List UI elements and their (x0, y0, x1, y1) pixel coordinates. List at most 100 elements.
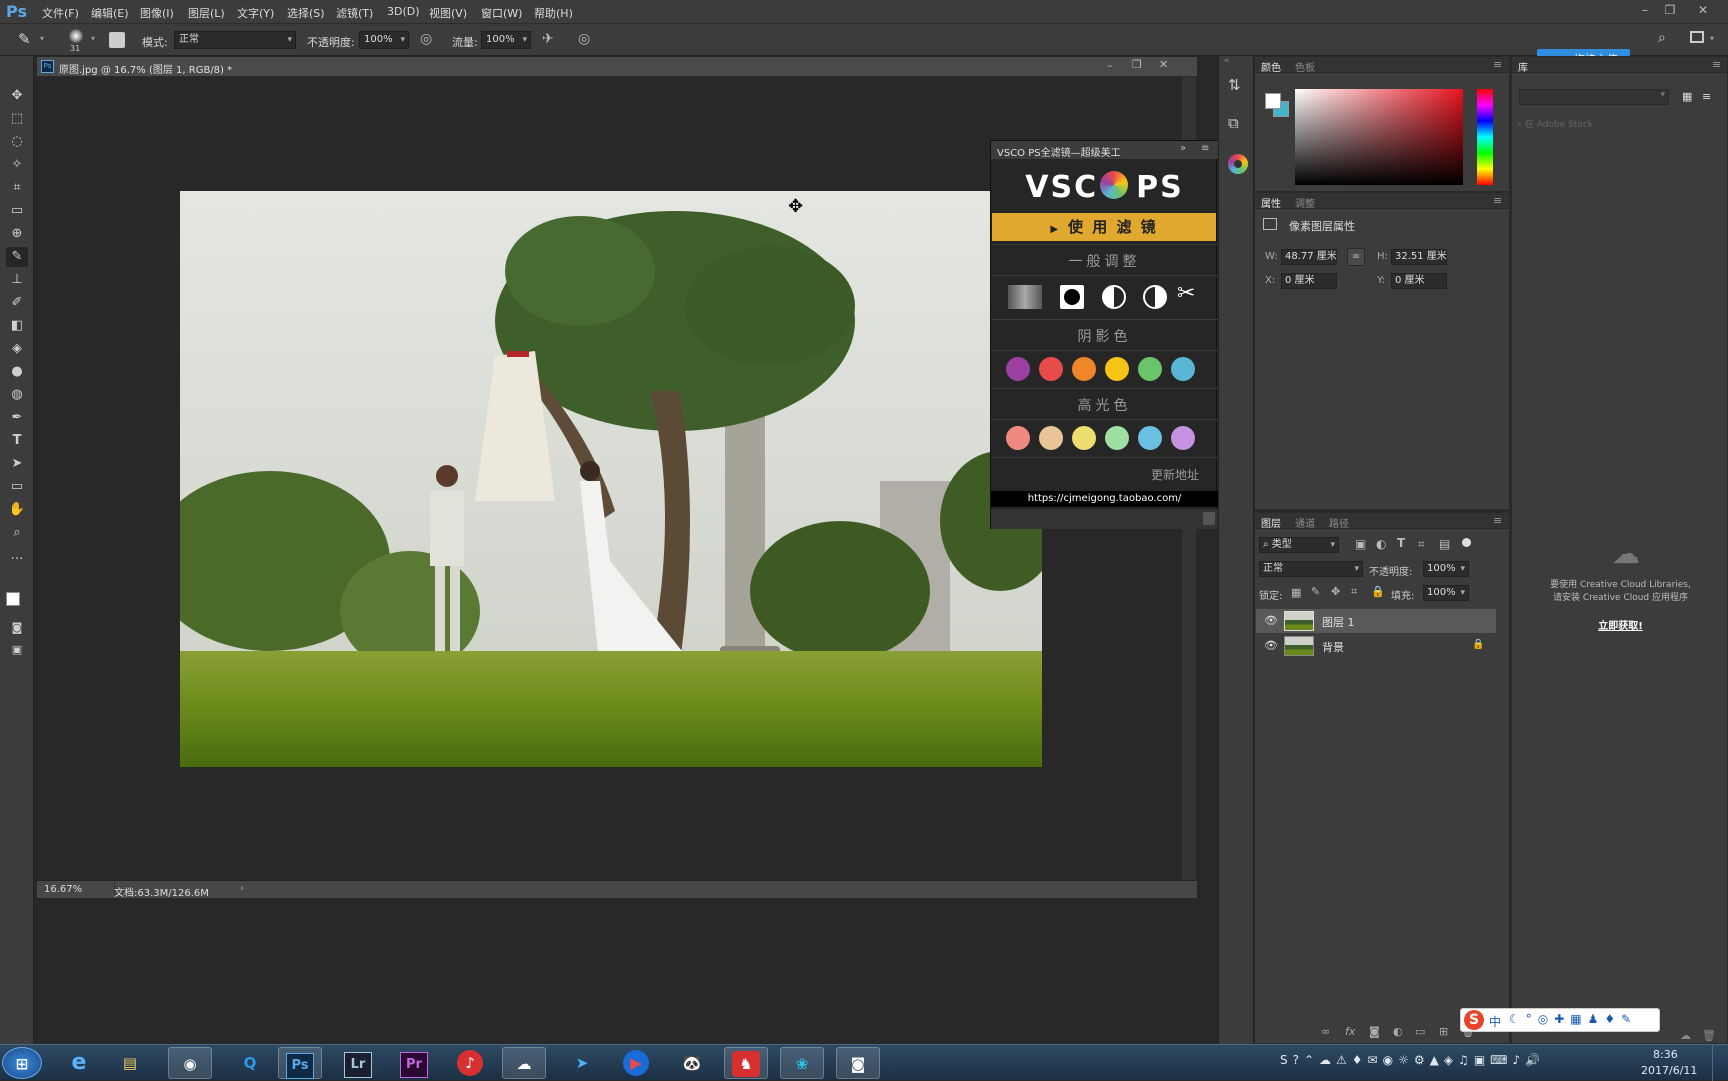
levels-icon[interactable] (1060, 285, 1084, 309)
clock-time[interactable]: 8:36 (1653, 1048, 1678, 1061)
opacity-input[interactable]: 100% ▾ (359, 31, 409, 49)
lock-pixels-icon[interactable]: ✎ (1311, 585, 1320, 598)
file-explorer-icon[interactable]: ▤ (108, 1047, 152, 1079)
panel-menu-icon[interactable]: ≡ (1712, 58, 1721, 71)
highlight-color-swatch-5[interactable] (1138, 426, 1162, 450)
mode-select[interactable]: 正常 ▾ (174, 31, 296, 49)
menu-edit[interactable]: 编辑(E) (91, 5, 129, 21)
visibility-eye-icon[interactable]: 👁 (1264, 639, 1278, 652)
color-field[interactable] (1295, 89, 1463, 185)
tab-swatches[interactable]: 色板 (1295, 59, 1315, 74)
shadow-color-swatch-2[interactable] (1039, 357, 1063, 381)
link-layers-icon[interactable]: ∞ (1321, 1025, 1330, 1038)
adjustment-layer-icon[interactable]: ◐ (1393, 1025, 1403, 1038)
highlight-color-swatch-3[interactable] (1072, 426, 1096, 450)
filter-type-icon[interactable]: T (1397, 536, 1405, 550)
lock-artboard-icon[interactable]: ⌗ (1351, 585, 1357, 599)
history-panel-icon[interactable]: ⇅ (1228, 76, 1241, 94)
list-view-icon[interactable]: ≡ (1702, 90, 1711, 103)
update-url-link[interactable]: https://cjmeigong.taobao.com/ (991, 491, 1218, 507)
tab-properties[interactable]: 属性 (1261, 195, 1281, 210)
tools-icon[interactable]: ✂ (1177, 281, 1195, 306)
ime-mode-label[interactable]: 中 (1489, 1013, 1501, 1030)
lasso-tool-icon[interactable]: ◌ (6, 132, 28, 152)
highlight-color-swatch-4[interactable] (1105, 426, 1129, 450)
menu-view[interactable]: 视图(V) (429, 5, 467, 21)
chevron-down-icon[interactable]: ▾ (91, 34, 95, 43)
eraser-tool-icon[interactable]: ◧ (6, 316, 28, 336)
resize-handle[interactable] (1203, 512, 1215, 525)
close-icon[interactable]: ✕ (1692, 1, 1714, 19)
layer-filter-select[interactable]: ⌕ 类型 ▾ (1259, 537, 1339, 553)
menu-select[interactable]: 选择(S) (287, 5, 325, 21)
fx-icon[interactable]: fx (1345, 1025, 1355, 1038)
layer-opacity-input[interactable]: 100% ▾ (1423, 561, 1469, 577)
healing-tool-icon[interactable]: ⊕ (6, 224, 28, 244)
ie-browser-icon[interactable]: e (57, 1047, 101, 1079)
player-app-icon[interactable]: ▶ (614, 1047, 658, 1079)
flow-input[interactable]: 100% ▾ (481, 31, 531, 49)
system-tray-icons[interactable]: S?⌃☁⚠♦✉◉☼⚙▲◈♫▣⌨♪🔊 (1280, 1053, 1620, 1073)
lock-all-icon[interactable]: 🔒 (1371, 585, 1385, 598)
eyedropper-tool-icon[interactable]: ▭ (6, 201, 28, 221)
height-input[interactable]: 32.51 厘米 (1391, 249, 1447, 265)
type-tool-icon[interactable]: T (6, 431, 28, 451)
group-folder-icon[interactable]: ▭ (1415, 1025, 1425, 1038)
panel-menu-icon[interactable]: ≡ (1201, 143, 1209, 154)
tab-color[interactable]: 颜色 (1261, 59, 1281, 74)
wedding-photo[interactable] (180, 191, 1042, 767)
move-tool-icon[interactable]: ✥ (6, 86, 28, 106)
tab-adjustments[interactable]: 调整 (1295, 195, 1315, 210)
screen-mode-icon[interactable]: ▣ (6, 640, 28, 660)
tab-channels[interactable]: 通道 (1295, 515, 1315, 530)
pen-tool-icon[interactable]: ✒ (6, 408, 28, 428)
get-it-now-link[interactable]: 立即获取! (1512, 617, 1728, 632)
pressure-size-icon[interactable]: ◎ (578, 31, 590, 47)
filter-smart-object-icon[interactable]: ▤ (1439, 537, 1450, 551)
shadow-color-swatch-3[interactable] (1072, 357, 1096, 381)
layer-row[interactable]: 👁 背景 🔒 (1256, 634, 1496, 658)
marquee-tool-icon[interactable]: ⬚ (6, 109, 28, 129)
zoom-tool-icon[interactable]: ⌕ (6, 523, 28, 543)
pressure-opacity-icon[interactable]: ◎ (420, 31, 432, 47)
apply-filter-button[interactable]: ▶ 使 用 滤 镜 (992, 213, 1216, 241)
contrast-icon[interactable] (1102, 285, 1126, 309)
exposure-icon[interactable] (1143, 285, 1167, 309)
collapse-icon[interactable]: » (1180, 143, 1186, 154)
start-button[interactable]: ⊞ (2, 1047, 42, 1079)
crop-tool-icon[interactable]: ⌗ (6, 178, 28, 198)
shadow-color-swatch-5[interactable] (1138, 357, 1162, 381)
filter-toggle-icon[interactable] (1462, 538, 1471, 547)
library-select[interactable]: ▾ (1519, 89, 1669, 105)
menu-type[interactable]: 文字(Y) (237, 5, 274, 21)
photoshop-icon[interactable]: Ps (278, 1047, 322, 1079)
workspace-icon[interactable] (1690, 31, 1704, 43)
grid-view-icon[interactable]: ▦ (1682, 90, 1692, 103)
menu-layer[interactable]: 图层(L) (188, 5, 225, 21)
new-layer-icon[interactable]: ⊞ (1439, 1025, 1448, 1038)
hue-slider[interactable] (1477, 89, 1493, 185)
panda-app-icon[interactable]: 🐼 (670, 1047, 714, 1079)
stock-search-input[interactable]: ⌕ 在 Adobe Stock (1517, 117, 1717, 133)
record-app-icon[interactable]: ◙ (836, 1047, 880, 1079)
width-input[interactable]: 48.77 厘米 (1281, 249, 1337, 265)
menu-file[interactable]: 文件(F) (42, 5, 79, 21)
blur-tool-icon[interactable]: ● (6, 362, 28, 382)
history-brush-tool-icon[interactable]: ✐ (6, 293, 28, 313)
fill-input[interactable]: 100% ▾ (1423, 585, 1469, 601)
visibility-eye-icon[interactable]: 👁 (1264, 614, 1278, 627)
restore-icon[interactable]: ❐ (1659, 1, 1681, 19)
blend-mode-select[interactable]: 正常 ▾ (1259, 561, 1363, 577)
highlight-color-swatch-1[interactable] (1006, 426, 1030, 450)
status-menu-arrow-icon[interactable]: › (240, 883, 244, 894)
zoom-level[interactable]: 16.67% (44, 884, 82, 895)
shadow-color-swatch-1[interactable] (1006, 357, 1030, 381)
lock-transparent-icon[interactable]: ▦ (1291, 586, 1301, 599)
ime-toolbar[interactable]: S 中 ☾°◎✚▦♟♦✎ (1460, 1008, 1660, 1032)
lightroom-icon[interactable]: Lr (336, 1047, 380, 1079)
foreground-swatch[interactable] (1265, 93, 1281, 109)
chevron-down-icon[interactable]: ▾ (1710, 34, 1714, 43)
brush-tip-icon[interactable] (69, 29, 83, 43)
panel-menu-icon[interactable]: ≡ (1493, 514, 1502, 527)
minimize-icon[interactable]: – (1634, 1, 1656, 19)
